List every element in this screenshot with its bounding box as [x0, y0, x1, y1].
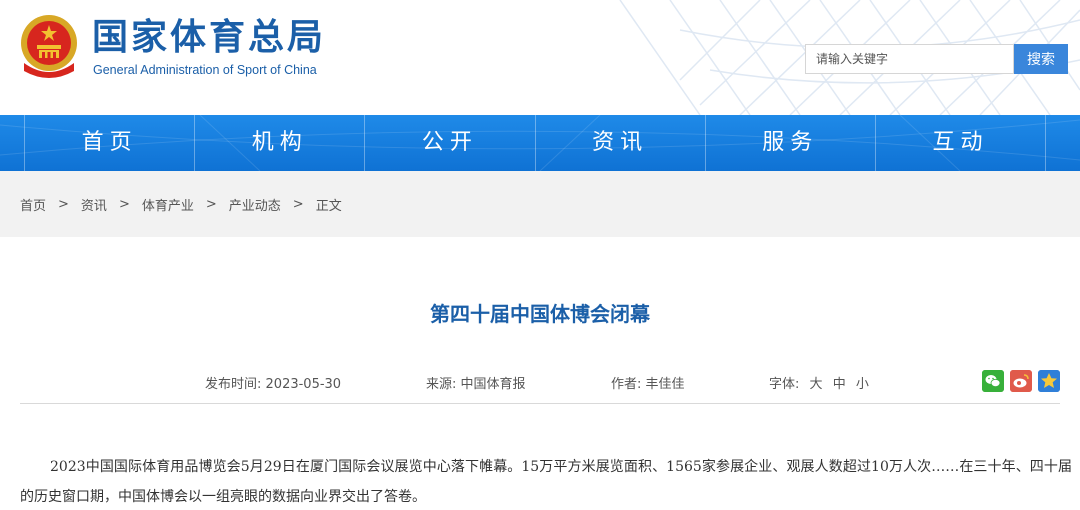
- breadcrumb-separator: >: [292, 196, 304, 212]
- breadcrumb-separator: >: [58, 196, 69, 212]
- font-size-medium[interactable]: 中: [833, 377, 846, 392]
- wechat-icon[interactable]: [982, 370, 1004, 392]
- source-label: 来源:: [426, 377, 457, 392]
- source-value: 中国体育报: [460, 377, 526, 392]
- breadcrumb-news[interactable]: 资讯: [81, 195, 107, 214]
- breadcrumb-separator: >: [205, 196, 217, 212]
- nav-item-public[interactable]: 公开: [364, 115, 534, 171]
- author-value: 丰佳佳: [645, 377, 685, 392]
- font-size-selector: 字体: 大 中 小: [769, 373, 869, 392]
- search-box: [805, 44, 1014, 74]
- font-size-large[interactable]: 大: [810, 377, 823, 392]
- breadcrumb-current: 正文: [315, 198, 342, 214]
- article-title: 第四十届中国体博会闭幕: [430, 302, 650, 326]
- breadcrumb-sports-industry[interactable]: 体育产业: [142, 195, 194, 214]
- star-icon[interactable]: [1038, 370, 1060, 392]
- meta-divider: [20, 403, 1060, 404]
- site-header: 国家体育总局 General Administration of Sport o…: [0, 0, 1080, 115]
- article-author: 作者: 丰佳佳: [611, 373, 685, 392]
- national-emblem-icon: [21, 15, 77, 78]
- search-button[interactable]: 搜索: [1014, 44, 1068, 74]
- site-title[interactable]: 国家体育总局: [92, 16, 326, 60]
- nav-item-interaction[interactable]: 互动: [874, 115, 1047, 171]
- breadcrumb-separator: >: [118, 196, 130, 212]
- font-size-small[interactable]: 小: [856, 377, 869, 392]
- breadcrumb: 首页 > 资讯 > 体育产业 > 产业动态 > 正文: [0, 171, 1080, 237]
- search-input[interactable]: [806, 45, 1013, 73]
- publish-date-value: 2023-05-30: [265, 377, 342, 392]
- breadcrumb-home[interactable]: 首页: [20, 195, 46, 214]
- weibo-icon[interactable]: [1010, 370, 1032, 392]
- main-nav: 首页 机构 公开 资讯 服务 互动: [0, 115, 1080, 171]
- article-body-paragraph: 2023中国国际体育用品博览会5月29日在厦门国际会议展览中心落下帷幕。15万平…: [20, 459, 1072, 505]
- article-source: 来源: 中国体育报: [426, 373, 526, 392]
- font-size-label: 字体:: [769, 377, 800, 392]
- author-label: 作者:: [611, 377, 642, 392]
- nav-item-news[interactable]: 资讯: [534, 115, 705, 171]
- publish-date: 发布时间: 2023-05-30: [205, 373, 342, 392]
- nav-item-services[interactable]: 服务: [704, 115, 875, 171]
- site-subtitle-english: General Administration of Sport of China: [93, 63, 317, 77]
- publish-date-label: 发布时间:: [205, 377, 262, 392]
- nav-item-home[interactable]: 首页: [24, 115, 194, 171]
- breadcrumb-industry-news[interactable]: 产业动态: [229, 195, 281, 214]
- nav-item-organization[interactable]: 机构: [194, 115, 364, 171]
